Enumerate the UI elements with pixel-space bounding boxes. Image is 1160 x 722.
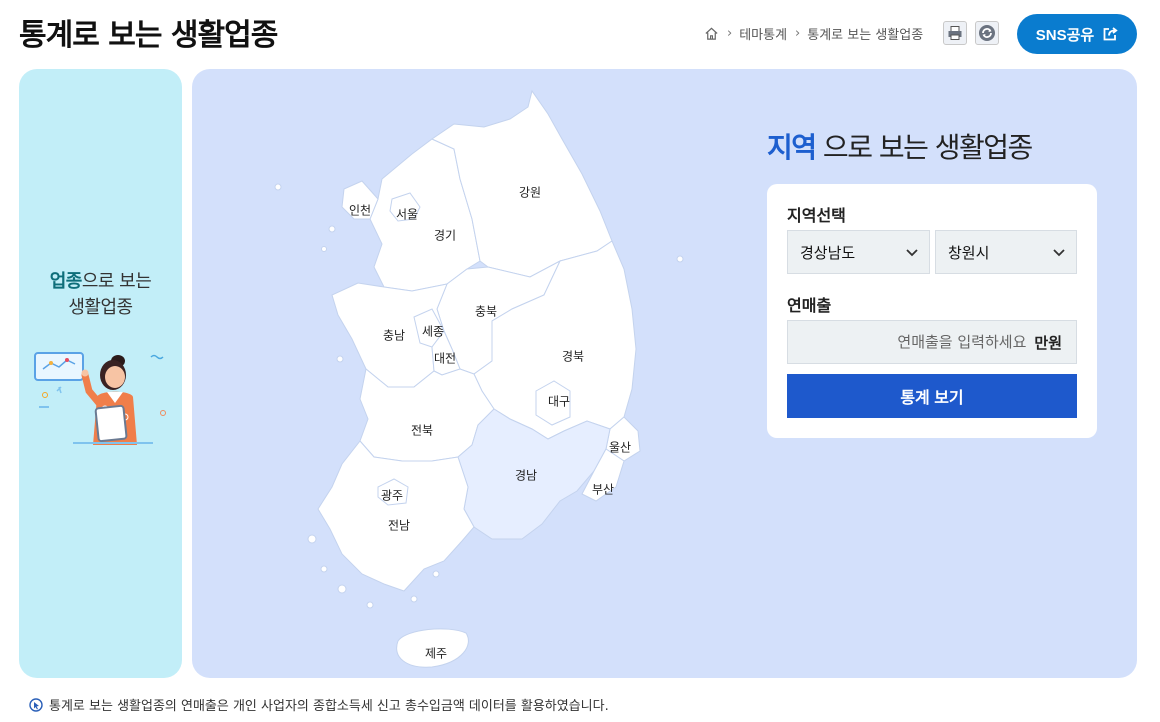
- print-button[interactable]: [943, 21, 967, 45]
- sns-share-button[interactable]: SNS공유: [1017, 14, 1137, 54]
- region-label-ulsan[interactable]: 울산: [609, 439, 631, 456]
- region-label-gangwon[interactable]: 강원: [519, 184, 541, 201]
- region-label-daegu[interactable]: 대구: [548, 393, 570, 410]
- city-select-value: 창원시: [948, 243, 990, 262]
- sales-input[interactable]: [826, 333, 1027, 351]
- region-label-busan[interactable]: 부산: [592, 481, 614, 498]
- woman-tablet-illustration: [34, 352, 166, 445]
- chevron-down-icon: [1053, 249, 1065, 257]
- region-label-chungbuk[interactable]: 충북: [475, 303, 497, 320]
- region-view-title: 지역 으로 보는 생활업종: [767, 126, 1033, 166]
- view-stats-button[interactable]: 통계 보기: [787, 374, 1077, 418]
- region-label-jeju[interactable]: 제주: [425, 645, 447, 662]
- footnote: 통계로 보는 생활업종의 연매출은 개인 사업자의 종합소득세 신고 총수입금액…: [29, 695, 609, 714]
- region-label-chungnam[interactable]: 충남: [383, 327, 405, 344]
- breadcrumb: › 테마통계 › 통계로 보는 생활업종: [704, 24, 923, 43]
- industry-highlight: 업종: [49, 271, 83, 292]
- region-label-jeonnam[interactable]: 전남: [388, 517, 410, 534]
- breadcrumb-current[interactable]: 통계로 보는 생활업종: [807, 24, 923, 43]
- city-select[interactable]: 창원시: [935, 230, 1077, 274]
- region-label-gyeongbuk[interactable]: 경북: [562, 348, 584, 365]
- footnote-text: 통계로 보는 생활업종의 연매출은 개인 사업자의 종합소득세 신고 총수입금액…: [49, 699, 609, 714]
- region-label-daejeon[interactable]: 대전: [434, 350, 456, 367]
- chevron-right-icon: ›: [795, 26, 801, 41]
- region-label-gwangju[interactable]: 광주: [381, 487, 403, 504]
- breadcrumb-theme-stats[interactable]: 테마통계: [739, 24, 787, 43]
- region-select-label: 지역선택: [787, 206, 846, 225]
- cursor-info-icon: [29, 697, 43, 712]
- industry-view-panel[interactable]: 업종으로 보는 생활업종: [19, 69, 182, 678]
- industry-text-rest: 으로 보는: [81, 271, 152, 292]
- province-select-value: 경상남도: [800, 243, 856, 262]
- refresh-icon: [979, 25, 995, 41]
- region-label-incheon[interactable]: 인천: [349, 202, 371, 219]
- region-label-gyeonggi[interactable]: 경기: [434, 227, 456, 244]
- print-icon: [948, 26, 962, 40]
- refresh-button[interactable]: [975, 21, 999, 45]
- region-title-rest: 으로 보는 생활업종: [815, 131, 1033, 164]
- sales-input-wrapper: 만원: [787, 320, 1077, 364]
- region-title-highlight: 지역: [767, 131, 817, 164]
- region-label-jeonbuk[interactable]: 전북: [411, 422, 433, 439]
- region-label-seoul[interactable]: 서울: [396, 206, 418, 223]
- sns-share-label: SNS공유: [1035, 26, 1095, 44]
- sales-unit: 만원: [1034, 333, 1062, 352]
- industry-view-text: 업종으로 보는 생활업종: [19, 269, 182, 321]
- region-label-sejong[interactable]: 세종: [422, 323, 444, 340]
- chevron-down-icon: [906, 249, 918, 257]
- share-icon: [1103, 27, 1118, 41]
- home-icon[interactable]: [704, 26, 719, 41]
- region-search-form: 지역선택 경상남도 창원시 연매출 만원 통계 보기: [767, 184, 1097, 438]
- page-title: 통계로 보는 생활업종: [19, 18, 278, 53]
- region-label-gyeongnam[interactable]: 경남: [515, 467, 537, 484]
- chevron-right-icon: ›: [727, 26, 733, 41]
- sales-label: 연매출: [787, 296, 832, 315]
- industry-text-line2: 생활업종: [68, 297, 133, 318]
- province-select[interactable]: 경상남도: [787, 230, 930, 274]
